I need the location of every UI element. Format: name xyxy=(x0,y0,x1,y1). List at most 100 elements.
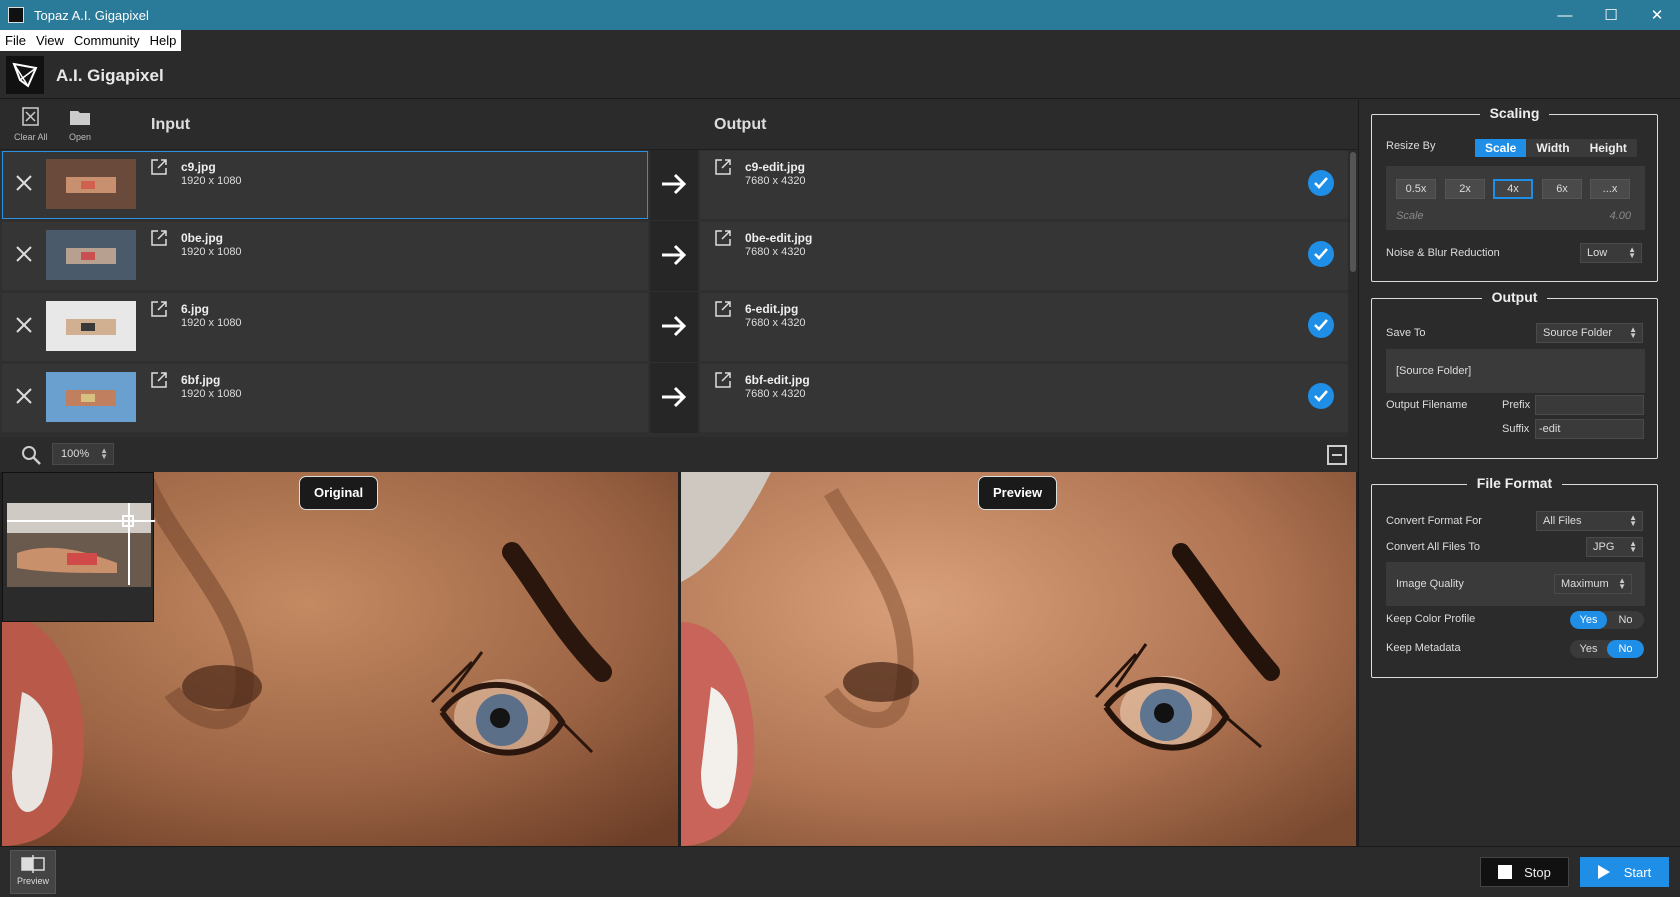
close-window-button[interactable]: ✕ xyxy=(1634,0,1680,30)
collapse-panel-icon[interactable] xyxy=(1326,444,1348,466)
convert-for-select[interactable]: All Files ▲ ▼ xyxy=(1536,511,1643,531)
prefix-input[interactable] xyxy=(1535,395,1644,415)
input-file-dimensions: 1920 x 1080 xyxy=(181,388,242,400)
color-profile-no[interactable]: No xyxy=(1607,611,1644,629)
image-quality-select[interactable]: Maximum ▲ ▼ xyxy=(1554,574,1632,594)
open-external-icon[interactable] xyxy=(150,158,168,176)
folder-path-box[interactable]: [Source Folder] xyxy=(1386,349,1645,393)
file-row[interactable]: c9.jpg 1920 x 1080 c9-edit.jpg 7680 x 43… xyxy=(0,150,1348,220)
input-column-header: Input xyxy=(151,116,191,133)
start-button[interactable]: Start xyxy=(1580,857,1669,887)
remove-file-icon[interactable] xyxy=(14,386,34,406)
open-button[interactable]: Open xyxy=(69,106,91,142)
metadata-yes[interactable]: Yes xyxy=(1570,640,1607,658)
open-external-icon[interactable] xyxy=(150,300,168,318)
file-list-scrollbar[interactable] xyxy=(1348,150,1358,437)
output-file-dimensions: 7680 x 4320 xyxy=(745,175,806,187)
input-file-name: 6bf.jpg xyxy=(181,373,221,387)
spinner-icon: ▲ ▼ xyxy=(1629,513,1637,528)
keep-metadata-toggle[interactable]: Yes No xyxy=(1570,640,1644,658)
noise-blur-select[interactable]: Low ▲ ▼ xyxy=(1580,243,1642,263)
navigator-thumbnail[interactable] xyxy=(2,472,155,622)
scrollbar-thumb[interactable] xyxy=(1350,152,1356,272)
open-external-icon[interactable] xyxy=(714,158,732,176)
output-file-name: 6-edit.jpg xyxy=(745,302,799,316)
suffix-input[interactable]: -edit xyxy=(1535,419,1644,439)
factor-0-5x-button[interactable]: 0.5x xyxy=(1396,179,1436,199)
save-to-label: Save To xyxy=(1386,327,1426,339)
title-bar: Topaz A.I. Gigapixel — ☐ ✕ xyxy=(0,0,1680,30)
status-check-icon xyxy=(1308,170,1334,196)
status-check-icon xyxy=(1308,383,1334,409)
file-thumbnail xyxy=(46,159,136,209)
open-external-icon[interactable] xyxy=(150,229,168,247)
status-check-icon xyxy=(1308,312,1334,338)
image-quality-label: Image Quality xyxy=(1396,578,1464,590)
mode-height-button[interactable]: Height xyxy=(1579,139,1637,157)
mode-width-button[interactable]: Width xyxy=(1526,139,1580,157)
stop-button[interactable]: Stop xyxy=(1480,857,1569,887)
open-external-icon[interactable] xyxy=(714,371,732,389)
file-row[interactable]: 0be.jpg 1920 x 1080 0be-edit.jpg 7680 x … xyxy=(0,221,1348,291)
menu-community[interactable]: Community xyxy=(69,30,145,51)
file-format-group: File Format Convert Format For All Files… xyxy=(1371,475,1658,678)
clear-all-label: Clear All xyxy=(14,132,48,142)
resize-by-label: Resize By xyxy=(1386,140,1436,152)
color-profile-yes[interactable]: Yes xyxy=(1570,611,1607,629)
file-format-title: File Format xyxy=(1466,475,1563,491)
start-label: Start xyxy=(1623,864,1652,880)
spinner-icon: ▲ ▼ xyxy=(1628,245,1636,260)
clear-all-button[interactable]: Clear All xyxy=(14,106,48,142)
arrow-right-icon xyxy=(662,244,687,266)
keep-color-profile-toggle[interactable]: Yes No xyxy=(1570,611,1644,629)
scaling-title: Scaling xyxy=(1479,105,1550,121)
remove-file-icon[interactable] xyxy=(14,244,34,264)
open-external-icon[interactable] xyxy=(714,229,732,247)
metadata-no[interactable]: No xyxy=(1607,640,1644,658)
mode-scale-button[interactable]: Scale xyxy=(1475,139,1527,157)
file-row[interactable]: 6.jpg 1920 x 1080 6-edit.jpg 7680 x 4320 xyxy=(0,292,1348,362)
resize-mode-segmented: Scale Width Height xyxy=(1475,139,1637,157)
scale-factor-box: 0.5x 2x 4x 6x ...x Scale 4.00 xyxy=(1386,166,1645,230)
image-quality-value: Maximum xyxy=(1561,578,1609,590)
input-file-name: 0be.jpg xyxy=(181,231,224,245)
remove-file-icon[interactable] xyxy=(14,173,34,193)
file-list-panel: Clear All Open Input Output c9.jpg 1920 … xyxy=(0,100,1358,437)
minimize-button[interactable]: — xyxy=(1542,0,1588,30)
factor-4x-button[interactable]: 4x xyxy=(1493,179,1533,199)
zoom-value: 100% xyxy=(61,448,90,460)
noise-blur-label: Noise & Blur Reduction xyxy=(1386,247,1500,259)
open-external-icon[interactable] xyxy=(714,300,732,318)
factor-custom-button[interactable]: ...x xyxy=(1590,179,1630,199)
preview-pane[interactable]: Preview xyxy=(681,472,1356,846)
save-to-select[interactable]: Source Folder ▲ ▼ xyxy=(1536,323,1643,343)
arrow-right-icon xyxy=(662,315,687,337)
image-viewer[interactable]: Original Preview xyxy=(0,472,1358,846)
factor-2x-button[interactable]: 2x xyxy=(1445,179,1485,199)
menu-help[interactable]: Help xyxy=(145,30,182,51)
gigapixel-logo-icon xyxy=(6,56,44,94)
remove-file-icon[interactable] xyxy=(14,315,34,335)
output-filename-label: Output Filename xyxy=(1386,399,1468,411)
maximize-button[interactable]: ☐ xyxy=(1588,0,1634,30)
navigator-viewport-handle[interactable] xyxy=(122,515,134,527)
output-file-dimensions: 7680 x 4320 xyxy=(745,317,806,329)
preview-image xyxy=(681,472,1356,846)
open-label: Open xyxy=(69,132,92,142)
convert-to-select[interactable]: JPG ▲ ▼ xyxy=(1586,537,1643,557)
factor-6x-button[interactable]: 6x xyxy=(1542,179,1582,199)
convert-to-label: Convert All Files To xyxy=(1386,541,1480,553)
file-thumbnail xyxy=(46,372,136,422)
open-external-icon[interactable] xyxy=(150,371,168,389)
preview-label-tag: Preview xyxy=(978,476,1058,510)
output-file-dimensions: 7680 x 4320 xyxy=(745,388,806,400)
app-header: A.I. Gigapixel xyxy=(0,51,1680,99)
menu-file[interactable]: File xyxy=(0,30,31,51)
zoom-icon[interactable] xyxy=(20,444,42,466)
file-row[interactable]: 6bf.jpg 1920 x 1080 6bf-edit.jpg 7680 x … xyxy=(0,363,1348,433)
zoom-select[interactable]: 100% ▲ ▼ xyxy=(52,443,114,465)
prefix-label: Prefix xyxy=(1502,399,1531,411)
menu-view[interactable]: View xyxy=(31,30,69,51)
preview-toggle-button[interactable]: Preview xyxy=(10,850,56,894)
original-label-tag: Original xyxy=(299,476,379,510)
